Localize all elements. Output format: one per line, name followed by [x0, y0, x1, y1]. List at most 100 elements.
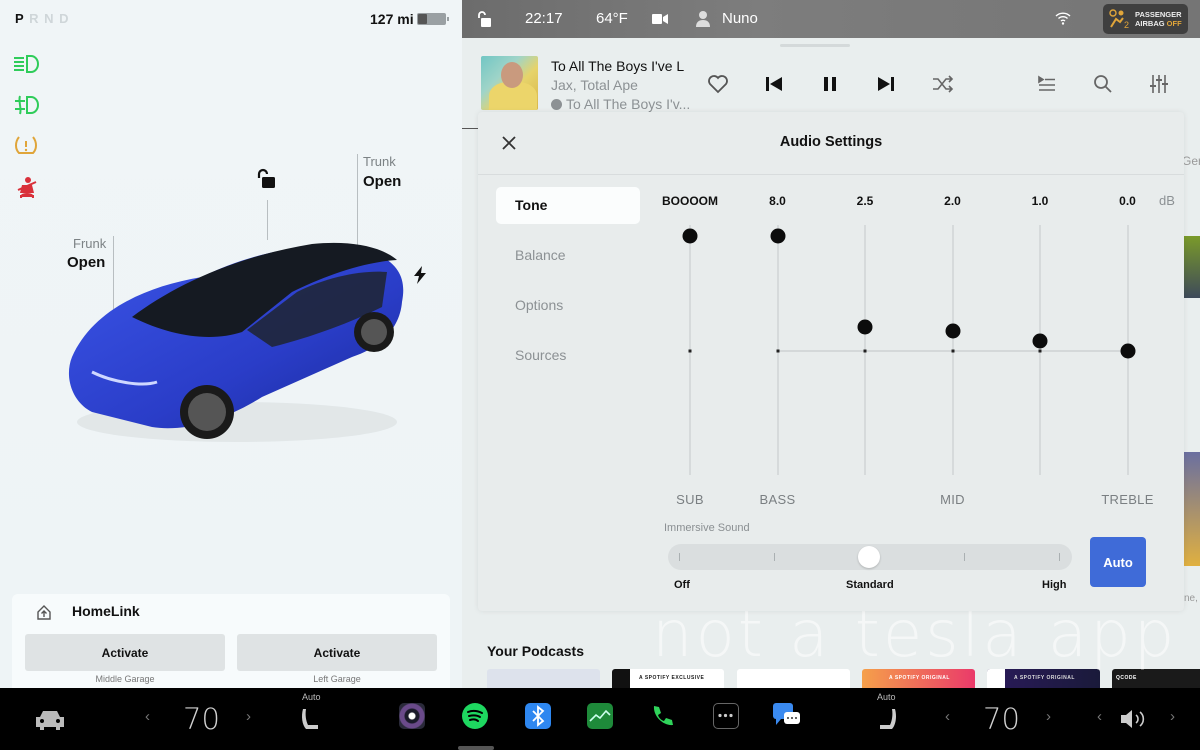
bluetooth-app-icon[interactable] — [525, 703, 551, 729]
previous-track-button[interactable] — [761, 72, 787, 96]
homelink-sub-middle-garage: Middle Garage — [95, 674, 155, 684]
background-peek-text: ne, — [1184, 593, 1198, 604]
bottom-bar: ‹ 70 › Auto Auto ‹ 70 › ‹ › — [0, 688, 1200, 750]
airbag-line2: AIRBAG — [1135, 19, 1167, 28]
battery-fill — [418, 14, 427, 24]
eq-band-value: 2.0 — [944, 194, 961, 208]
queue-button[interactable] — [1034, 72, 1060, 96]
volume-icon[interactable] — [1119, 708, 1149, 730]
messages-app-icon[interactable] — [772, 702, 802, 730]
stocks-app-icon[interactable] — [587, 703, 613, 729]
search-button[interactable] — [1090, 72, 1116, 96]
driver-temp-up[interactable]: › — [246, 708, 251, 725]
eq-zero-tick — [951, 349, 954, 352]
media-panel: 22:17 64°F Nuno 2 PASSENGER AIRBAG OFF T… — [462, 0, 1200, 688]
search-icon — [1094, 75, 1112, 93]
range-readout: 127 mi — [370, 11, 414, 27]
tab-balance[interactable]: Balance — [496, 237, 640, 274]
slider-notch — [774, 553, 775, 561]
tab-options[interactable]: Options — [496, 287, 640, 324]
wifi-icon — [1055, 12, 1071, 25]
eq-band-knob[interactable] — [945, 323, 960, 339]
pause-button[interactable] — [817, 72, 843, 96]
immersive-auto-button[interactable]: Auto — [1090, 537, 1146, 587]
car-controls-icon[interactable] — [34, 710, 66, 730]
driver-seat-heater-icon[interactable] — [300, 708, 320, 732]
svg-text:2: 2 — [1124, 20, 1129, 29]
low-beam-headlight-icon — [14, 55, 39, 73]
passenger-temp-down[interactable]: ‹ — [945, 708, 950, 725]
audio-settings-button[interactable] — [1146, 72, 1172, 96]
homelink-activate-middle-garage[interactable]: Activate — [25, 634, 225, 671]
eq-band-knob[interactable] — [682, 228, 698, 244]
podcast-card[interactable] — [487, 669, 600, 688]
skip-previous-icon — [766, 77, 782, 91]
eq-band-knob[interactable] — [1032, 333, 1048, 349]
eq-band-knob[interactable] — [857, 319, 873, 335]
favorite-button[interactable] — [705, 72, 731, 96]
dashcam-icon[interactable] — [652, 13, 668, 25]
gear-d: D — [59, 11, 70, 26]
eq-band-knob[interactable] — [770, 228, 785, 244]
tab-sources[interactable]: Sources — [496, 337, 640, 374]
eq-band-label: SUB — [676, 492, 704, 507]
slider-notch — [679, 553, 680, 561]
passenger-temperature: 70 — [983, 702, 1020, 736]
camera-app-icon[interactable] — [399, 703, 425, 729]
passenger-airbag-indicator: 2 PASSENGER AIRBAG OFF — [1103, 4, 1188, 34]
eq-band-label: MID — [940, 492, 965, 507]
battery-icon — [417, 13, 449, 25]
passenger-temp-up[interactable]: › — [1046, 708, 1051, 725]
immersive-level-standard: Standard — [846, 579, 894, 591]
eq-zero-tick — [776, 349, 779, 352]
tab-tone[interactable]: Tone — [496, 187, 640, 224]
slider-notch — [964, 553, 965, 561]
driver-temperature: 70 — [183, 702, 220, 736]
shuffle-button[interactable] — [930, 72, 956, 96]
immersive-sound-label: Immersive Sound — [664, 522, 750, 534]
homelink-sub-left-garage: Left Garage — [313, 674, 361, 684]
next-track-button[interactable] — [873, 72, 899, 96]
phone-app-icon[interactable] — [649, 704, 675, 730]
shuffle-icon — [933, 75, 954, 93]
profile-icon[interactable] — [696, 10, 710, 27]
immersive-sound-thumb[interactable] — [858, 546, 880, 568]
gear-n: N — [44, 11, 55, 26]
volume-down[interactable]: ‹ — [1097, 708, 1102, 725]
media-drawer-handle[interactable] — [780, 44, 850, 47]
album-art[interactable] — [481, 56, 538, 110]
trunk-open-button[interactable]: Open — [363, 173, 401, 190]
eq-band-knob[interactable] — [1120, 343, 1135, 358]
volume-up[interactable]: › — [1170, 708, 1175, 725]
car-illustration — [68, 242, 404, 442]
slider-notch — [1059, 553, 1060, 561]
background-peek-text: Ger — [1182, 154, 1200, 168]
skip-next-icon — [878, 77, 894, 91]
track-artist: Jax, Total Ape — [551, 77, 638, 93]
status-unlock-icon[interactable] — [476, 10, 492, 28]
eq-unit: dB — [1159, 193, 1175, 208]
spotify-app-icon[interactable] — [462, 703, 488, 729]
lightning-icon[interactable] — [413, 266, 427, 284]
track-album: To All The Boys I'v... — [566, 96, 691, 112]
profile-name[interactable]: Nuno — [722, 10, 758, 27]
unlock-icon[interactable] — [255, 168, 277, 190]
podcasts-section-title: Your Podcasts — [487, 643, 584, 659]
homelink-icon — [37, 605, 51, 620]
eq-band-value: 0.0 — [1119, 194, 1136, 208]
gear-indicator: P R N D — [15, 11, 69, 26]
more-apps-icon[interactable] — [713, 703, 739, 729]
passenger-seat-heater-icon[interactable] — [878, 708, 898, 732]
homelink-activate-left-garage[interactable]: Activate — [237, 634, 437, 671]
equalizer-icon — [1150, 75, 1168, 93]
home-indicator — [458, 746, 494, 750]
driver-temp-down[interactable]: ‹ — [145, 708, 150, 725]
pause-icon — [824, 77, 836, 91]
background-peek-card — [1184, 452, 1200, 566]
immersive-sound-slider[interactable] — [668, 544, 1072, 570]
eq-band-value: 2.5 — [856, 194, 874, 208]
seatbelt-warning-icon — [17, 177, 37, 199]
spotify-source-icon — [551, 99, 562, 110]
eq-band-label: TREBLE — [1101, 492, 1154, 507]
homelink-title: HomeLink — [72, 603, 140, 619]
